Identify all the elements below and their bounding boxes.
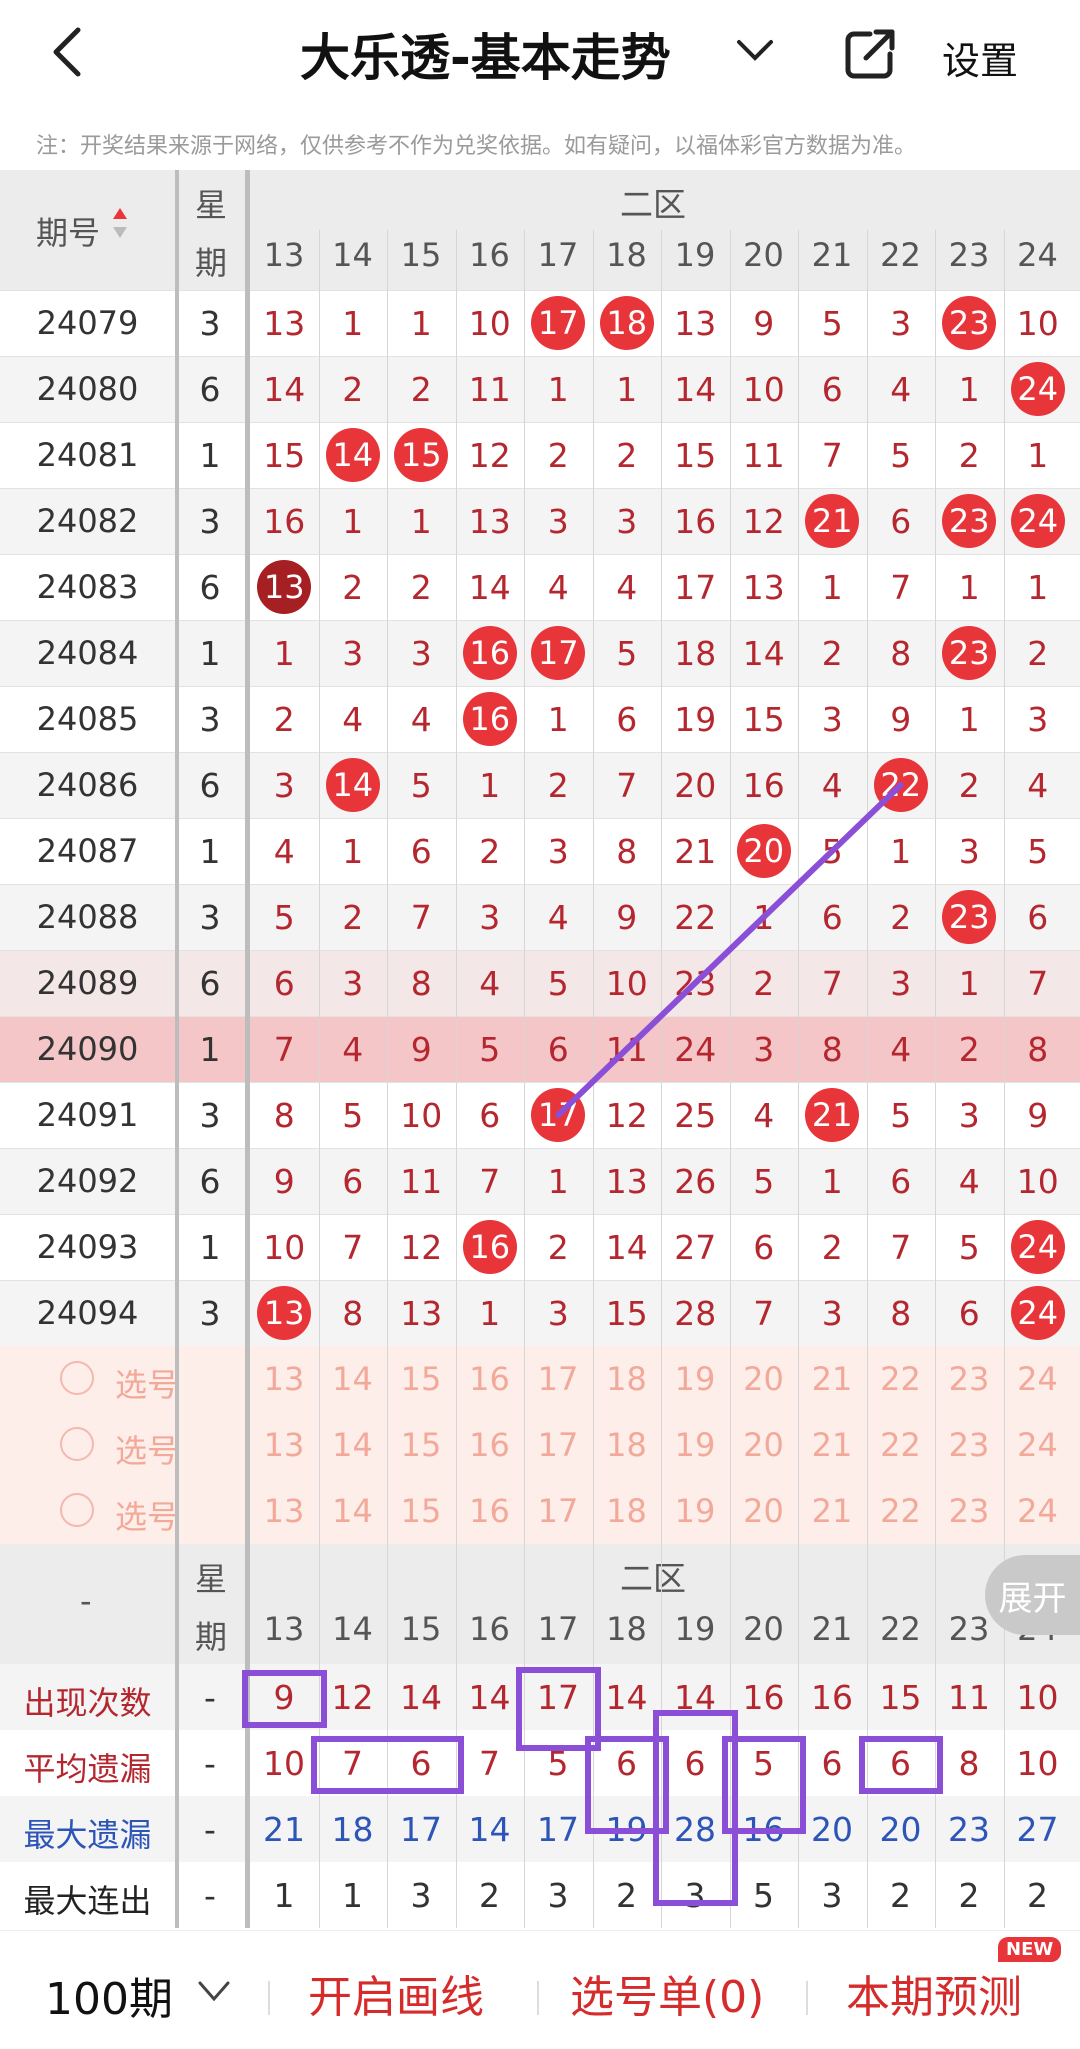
divider — [806, 1981, 808, 2015]
drawn-trend-line — [555, 782, 904, 1118]
period-selector[interactable]: 100期 — [45, 1963, 173, 2027]
app-header: 大乐透-基本走势 设置 — [0, 0, 1080, 115]
draw-line-button[interactable]: 开启画线 — [308, 1961, 484, 2025]
settings-button[interactable]: 设置 — [942, 30, 1018, 85]
back-icon[interactable] — [40, 22, 100, 82]
page-title[interactable]: 大乐透-基本走势 — [300, 18, 671, 90]
pick-list-button[interactable]: 选号单(0) — [570, 1961, 764, 2025]
share-icon[interactable] — [840, 24, 900, 84]
bottom-toolbar: 100期 开启画线 选号单(0) 本期预测 NEW — [0, 1930, 1080, 2049]
highlight-box — [242, 1670, 327, 1728]
expand-button[interactable]: 展开 — [985, 1555, 1080, 1635]
chevron-down-icon[interactable] — [196, 1979, 232, 2005]
trend-line-segment — [555, 782, 904, 1118]
divider — [268, 1981, 270, 2015]
divider — [537, 1981, 539, 2015]
chevron-down-icon[interactable] — [735, 36, 775, 66]
highlight-box — [310, 1736, 464, 1794]
highlight-box — [721, 1736, 806, 1834]
new-badge: NEW — [998, 1937, 1062, 1962]
disclaimer-notice: 注：开奖结果来源于网络，仅供参考不作为兑奖依据。如有疑问，以福体彩官方数据为准。 — [36, 134, 917, 159]
predict-button[interactable]: 本期预测 — [846, 1961, 1022, 2025]
highlight-box — [858, 1736, 943, 1794]
